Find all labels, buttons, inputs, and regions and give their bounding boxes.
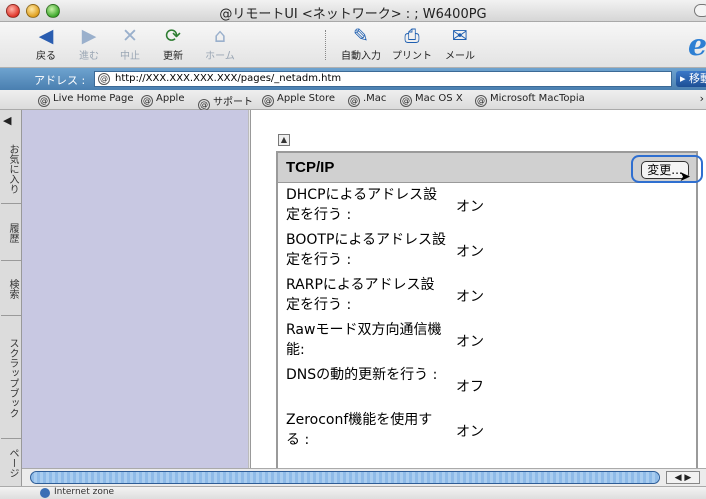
mail-label: メール xyxy=(445,51,475,62)
favorite-label: サポート xyxy=(213,97,253,108)
forward-arrow-icon: ▶ xyxy=(81,25,97,47)
autofill-icon: ✎ xyxy=(353,25,369,47)
panel-header: TCP/IP 変更... ➤ xyxy=(278,153,703,185)
favorite-label: Mac OS X xyxy=(415,93,463,104)
back-arrow-icon: ◀ xyxy=(38,25,54,47)
browser-toolbar: ◀ 戻る ▶ 進む ✕ 中止 ⟳ 更新 ⌂ ホーム ✎ 自動入力 ⎙ プリント … xyxy=(0,22,706,68)
address-input[interactable]: @ http://XXX.XXX.XXX.XXX/pages/_netadm.h… xyxy=(94,71,672,87)
scroll-arrows-icon[interactable]: ◀ ▶ xyxy=(666,471,700,484)
favorites-bar: @ Live Home Page @ Apple @ サポート @ Apple Stor… xyxy=(0,90,706,111)
setting-row: BOOTPによるアドレス設定を行う : オン xyxy=(278,229,696,274)
setting-label: Zeroconf機能を使用する : xyxy=(286,412,433,448)
favorite-link-icon: @ xyxy=(262,95,274,107)
window-titlebar: @リモートUI <ネットワーク> : ; W6400PG xyxy=(0,0,706,22)
setting-label: DNSの動的更新を行う : xyxy=(286,367,438,383)
print-button[interactable]: ⎙ プリント xyxy=(390,25,434,65)
setting-row: Rawモード双方向通信機能: オン xyxy=(278,319,696,364)
navigation-frame xyxy=(22,110,248,468)
mouse-pointer-icon: ➤ xyxy=(679,169,691,185)
tcpip-settings-panel: TCP/IP 変更... ➤ DHCPによるアドレス設定を行う : オン BOO… xyxy=(276,151,703,468)
explorer-bar-tabs: ◀ お気に入り 履歴 検索 スクラップブック ページ xyxy=(0,110,22,486)
setting-row: DNSの動的更新を行う : オフ xyxy=(278,364,696,409)
autofill-label: 自動入力 xyxy=(341,51,381,62)
content-frame: ▲ TCP/IP 変更... ➤ DHCPによるアドレス設定を行う : オン B… xyxy=(251,110,706,468)
favorite-apple[interactable]: @ Apple xyxy=(141,93,184,107)
favorite-link-icon: @ xyxy=(141,95,153,107)
autofill-button[interactable]: ✎ 自動入力 xyxy=(336,25,386,65)
favorite-label: Live Home Page xyxy=(53,93,134,104)
toolbar-separator xyxy=(325,30,326,60)
setting-row: DHCPによるアドレス設定を行う : オン xyxy=(278,184,696,229)
refresh-button[interactable]: ⟳ 更新 xyxy=(158,25,188,65)
forward-button[interactable]: ▶ 進む xyxy=(75,25,103,65)
favorite-link-icon: @ xyxy=(400,95,412,107)
tab-page[interactable]: ページ xyxy=(1,440,21,486)
favorite-link-icon: @ xyxy=(348,95,360,107)
setting-label: Rawモード双方向通信機能: xyxy=(286,322,442,358)
home-label: ホーム xyxy=(205,51,235,62)
toolbar-toggle-button[interactable] xyxy=(694,4,706,17)
address-url: http://XXX.XXX.XXX.XXX/pages/_netadm.htm xyxy=(115,73,342,84)
favorite-mac-os-x[interactable]: @ Mac OS X xyxy=(400,93,463,107)
setting-value: オン xyxy=(456,199,484,215)
scroll-up-icon[interactable]: ▲ xyxy=(278,134,290,146)
setting-label: RARPによるアドレス設定を行う : xyxy=(286,277,435,313)
refresh-label: 更新 xyxy=(163,51,183,62)
home-button[interactable]: ⌂ ホーム xyxy=(203,25,237,65)
refresh-icon: ⟳ xyxy=(165,25,181,47)
home-icon: ⌂ xyxy=(213,25,227,47)
status-bar: Internet zone xyxy=(0,486,706,499)
mail-icon: ✉ xyxy=(452,25,468,47)
printer-icon: ⎙ xyxy=(404,25,420,47)
status-text: Internet zone xyxy=(54,487,115,497)
favorite-label: Apple xyxy=(156,93,185,104)
mail-button[interactable]: ✉ メール xyxy=(443,25,477,65)
forward-label: 進む xyxy=(79,51,99,62)
favorite-link-icon: @ xyxy=(38,95,50,107)
setting-value: オン xyxy=(456,289,484,305)
collapse-explorer-bar-icon[interactable]: ◀ xyxy=(3,114,11,127)
panel-title: TCP/IP xyxy=(286,159,335,176)
setting-label: DHCPによるアドレス設定を行う : xyxy=(286,187,438,223)
back-label: 戻る xyxy=(36,51,56,62)
favorite-label: .Mac xyxy=(363,93,387,104)
address-bar: アドレス : @ http://XXX.XXX.XXX.XXX/pages/_n… xyxy=(0,68,706,90)
internet-explorer-logo-icon: e xyxy=(688,28,706,63)
setting-value: オン xyxy=(456,334,484,350)
stop-label: 中止 xyxy=(120,51,140,62)
favorite-label: Apple Store xyxy=(277,93,336,104)
tab-history[interactable]: 履歴 xyxy=(1,205,21,261)
tab-scrapbook[interactable]: スクラップブック xyxy=(1,317,21,439)
favorite-microsoft-mactopia[interactable]: @ Microsoft MacTopia xyxy=(475,93,585,107)
page-icon: @ xyxy=(98,73,110,85)
scrollbar-thumb[interactable] xyxy=(30,471,660,484)
setting-value: オン xyxy=(456,244,484,260)
favorite-live-home-page[interactable]: @ Live Home Page xyxy=(38,93,134,107)
favorite-link-icon: @ xyxy=(475,95,487,107)
stop-button[interactable]: ✕ 中止 xyxy=(116,25,144,65)
setting-row: RARPによるアドレス設定を行う : オン xyxy=(278,274,696,319)
print-label: プリント xyxy=(392,51,432,62)
favorite-label: Microsoft MacTopia xyxy=(490,93,585,104)
back-button[interactable]: ◀ 戻る xyxy=(32,25,60,65)
favorite-mac[interactable]: @ .Mac xyxy=(348,93,386,107)
favorites-overflow-icon[interactable]: › xyxy=(700,92,704,105)
tab-favorites[interactable]: お気に入り xyxy=(1,134,21,204)
internet-zone-icon xyxy=(40,488,50,498)
favorite-apple-store[interactable]: @ Apple Store xyxy=(262,93,335,107)
go-button[interactable]: ▸ 移動 xyxy=(676,71,706,87)
setting-value: オフ xyxy=(456,379,484,395)
address-label: アドレス : xyxy=(34,74,86,87)
window-title: @リモートUI <ネットワーク> : ; W6400PG xyxy=(219,7,487,22)
horizontal-scrollbar[interactable]: ◀ ▶ xyxy=(22,468,706,486)
stop-icon: ✕ xyxy=(122,25,138,47)
setting-row: Zeroconf機能を使用する : オン xyxy=(278,409,696,454)
edit-button-highlight: 変更... ➤ xyxy=(631,155,703,185)
setting-value: オン xyxy=(456,424,484,440)
favorite-support[interactable]: @ サポート xyxy=(198,93,253,111)
tab-search[interactable]: 検索 xyxy=(1,262,21,316)
setting-label: BOOTPによるアドレス設定を行う : xyxy=(286,232,446,268)
